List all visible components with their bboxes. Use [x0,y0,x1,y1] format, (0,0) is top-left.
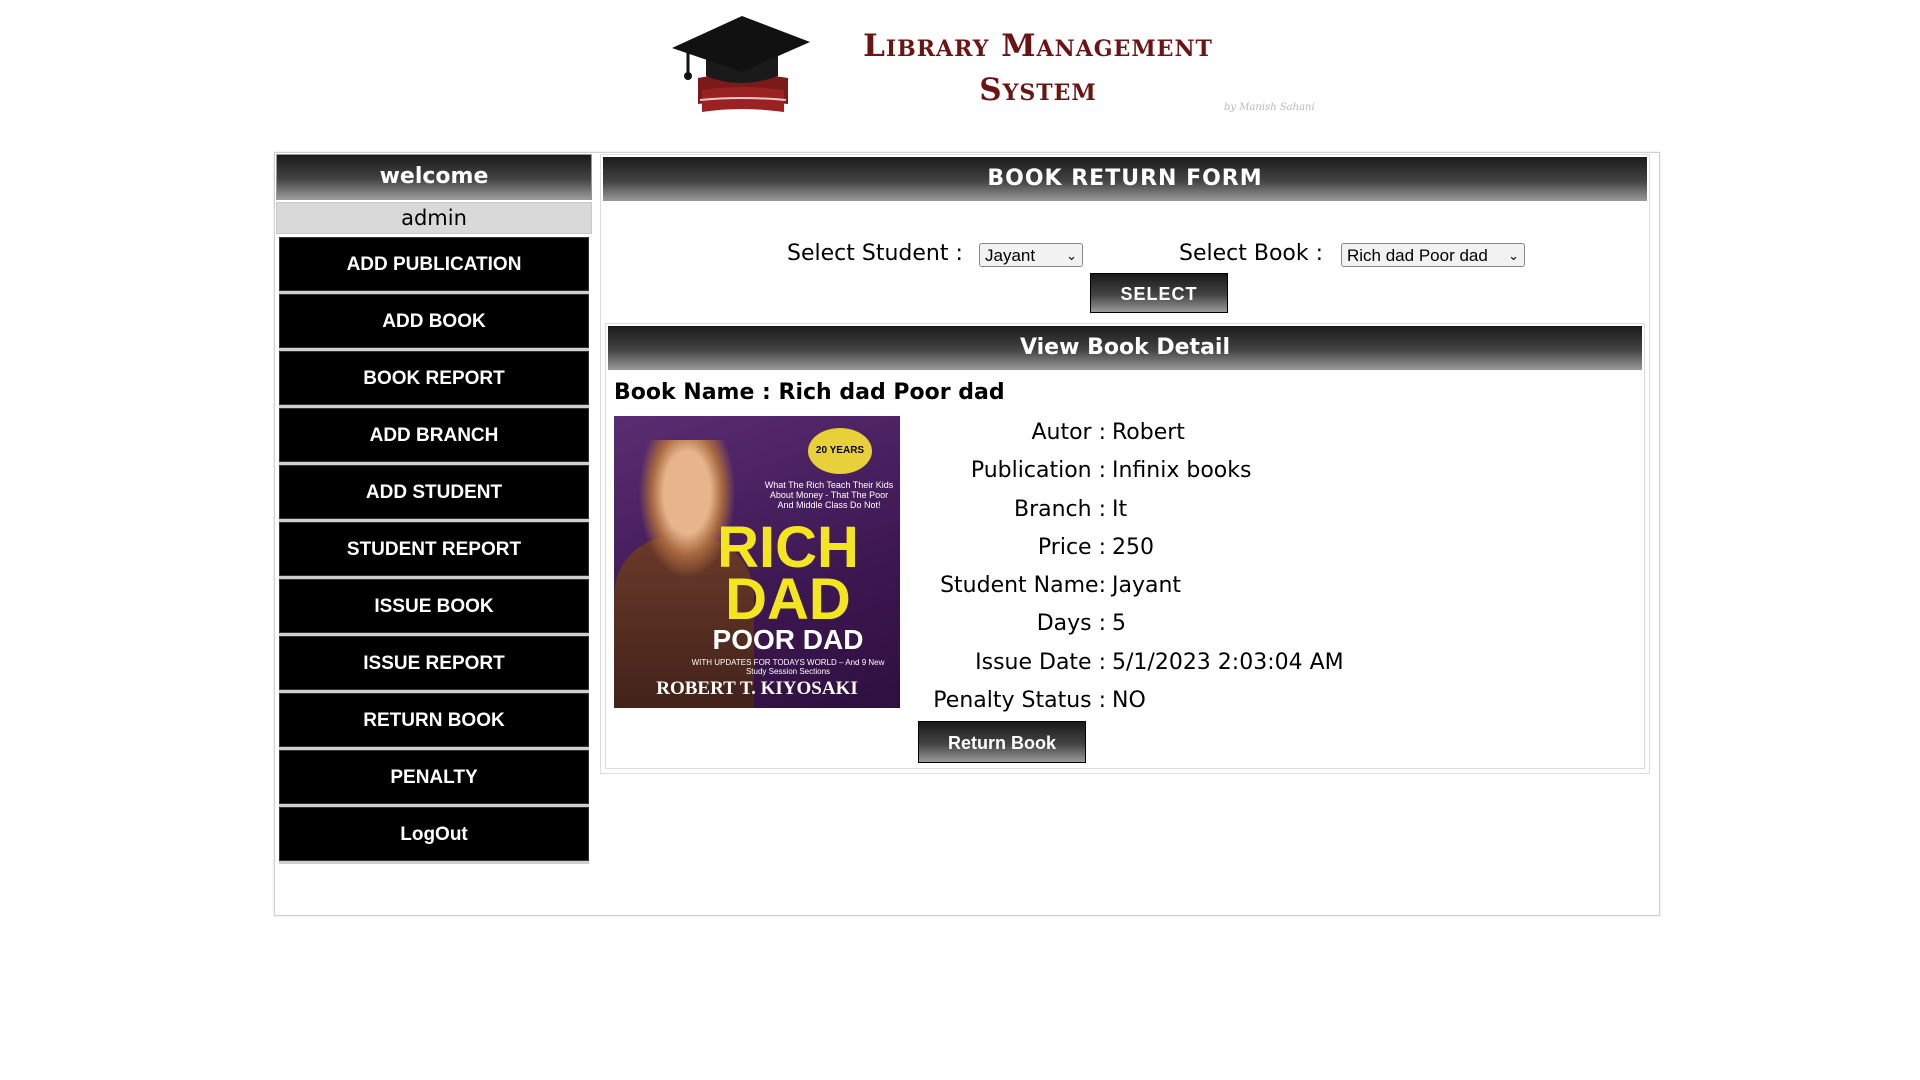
book-name-label: Book Name : [614,380,771,405]
selection-row: Select Student : Jayant ⌄ Select Book : … [601,241,1649,271]
info-key: Publication : [970,458,1106,484]
cover-author: ROBERT T. KIYOSAKI [656,678,858,699]
info-value: 5/1/2023 2:03:04 AM [1112,649,1344,675]
nav-add-publication[interactable]: ADD PUBLICATION [279,237,589,291]
info-key: Branch : [1013,496,1106,522]
detail-title: View Book Detail [608,326,1642,370]
info-value: NO [1112,688,1146,714]
app-title-line2: System [979,72,1097,108]
info-row-student-name: Student Name: Jayant [906,567,1406,605]
info-row-publication: Publication : Infinix books [906,452,1406,490]
info-key: Days : [1036,611,1106,637]
return-form-panel: BOOK RETURN FORM Select Student : Jayant… [600,154,1650,774]
nav-book-report[interactable]: BOOK REPORT [279,351,589,405]
info-key: Issue Date : [975,649,1106,675]
book-cover-image: 20 YEARS What The Rich Teach Their Kids … [614,416,900,708]
chevron-down-icon: ⌄ [1066,248,1077,263]
select-button[interactable]: SELECT [1090,273,1228,313]
cover-word-dad: DAD [725,567,851,632]
student-select-value: Jayant [985,246,1036,265]
current-user: admin [276,202,592,234]
info-row-days: Days : 5 [906,605,1406,643]
info-value: It [1112,496,1128,522]
cover-update-note: WITH UPDATES FOR TODAYS WORLD – And 9 Ne… [691,658,885,676]
form-title: BOOK RETURN FORM [603,157,1647,201]
app-title-line1: Library Management [863,28,1213,64]
info-row-issue-date: Issue Date : 5/1/2023 2:03:04 AM [906,644,1406,682]
byline: by Manish Sahani [1224,102,1315,113]
chevron-down-icon: ⌄ [1508,248,1519,263]
student-select[interactable]: Jayant ⌄ [979,243,1083,267]
info-key: Student Name: [940,573,1106,599]
nav-penalty[interactable]: PENALTY [279,750,589,804]
nav-student-report[interactable]: STUDENT REPORT [279,522,589,576]
info-key: Autor : [1031,420,1106,445]
student-select-label: Select Student : [787,241,963,266]
graduation-cap-books-icon [672,16,810,112]
info-key: Penalty Status : [933,688,1106,714]
nav-return-book[interactable]: RETURN BOOK [279,693,589,747]
book-select-value: Rich dad Poor dad [1347,246,1488,265]
info-value: Robert [1112,420,1185,445]
cover-word-poor-dad: POOR DAD [712,624,864,655]
book-detail-panel: View Book Detail Book Name : Rich dad Po… [605,323,1645,769]
info-row-branch: Branch : It [906,491,1406,529]
return-book-button[interactable]: Return Book [918,721,1086,763]
nav-issue-book[interactable]: ISSUE BOOK [279,579,589,633]
info-row-price: Price : 250 [906,529,1406,567]
info-value: 5 [1112,611,1126,637]
info-row-penalty-status: Penalty Status : NO [906,682,1406,720]
welcome-heading: welcome [276,154,592,200]
book-name: Book Name : Rich dad Poor dad [614,380,1005,405]
nav-add-student[interactable]: ADD STUDENT [279,465,589,519]
book-select-label: Select Book : [1179,241,1324,266]
book-name-value: Rich dad Poor dad [778,380,1005,405]
nav-add-book[interactable]: ADD BOOK [279,294,589,348]
info-value: 250 [1112,534,1154,560]
info-value: Infinix books [1112,458,1252,484]
info-key: Price : [1037,534,1106,560]
info-row-author: Autor : Robert [906,414,1406,452]
sidebar: welcome admin ADD PUBLICATION ADD BOOK B… [276,154,592,864]
app-title: Library Management System [828,24,1248,112]
nav-issue-report[interactable]: ISSUE REPORT [279,636,589,690]
cover-badge: 20 YEARS [808,428,872,474]
nav-logout[interactable]: LogOut [279,807,589,861]
book-info-list: Autor : Robert Publication : Infinix boo… [906,414,1406,720]
info-value: Jayant [1112,573,1182,599]
nav-add-branch[interactable]: ADD BRANCH [279,408,589,462]
cover-tagline: What The Rich Teach Their Kids About Mon… [764,480,894,510]
site-logo: Library Management System by Manish Saha… [670,12,1330,122]
book-select[interactable]: Rich dad Poor dad ⌄ [1341,243,1525,267]
